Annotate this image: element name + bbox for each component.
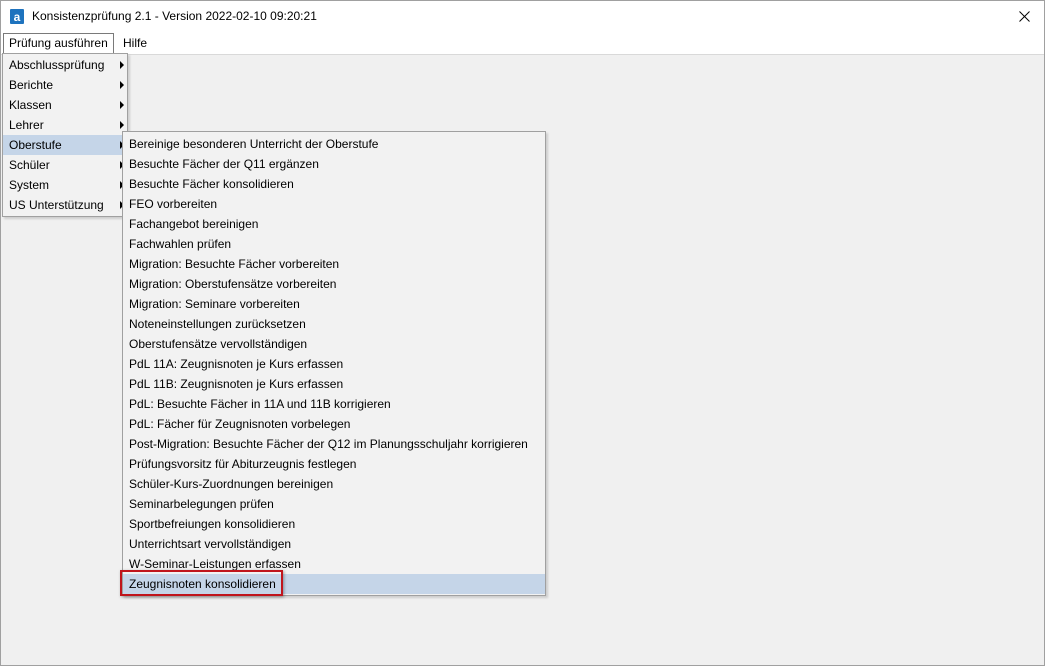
submenu-item[interactable]: Unterrichtsart vervollständigen [123,534,545,554]
menu-bar: Prüfung ausführen Hilfe [1,32,1044,53]
window-title: Konsistenzprüfung 2.1 - Version 2022-02-… [32,9,317,23]
menu-pruefung-ausfuehren[interactable]: Prüfung ausführen [3,33,114,53]
menu-item-label: Abschlussprüfung [9,58,105,72]
submenu-item[interactable]: PdL: Fächer für Zeugnisnoten vorbelegen [123,414,545,434]
submenu-item-zeugnisnoten-konsolidieren[interactable]: Zeugnisnoten konsolidieren [123,574,545,594]
submenu-item[interactable]: Noteneinstellungen zurücksetzen [123,314,545,334]
submenu-item[interactable]: Fachwahlen prüfen [123,234,545,254]
close-icon [1018,11,1030,22]
submenu-item[interactable]: Seminarbelegungen prüfen [123,494,545,514]
menu-item-abschlusspruefung[interactable]: Abschlussprüfung [3,55,127,75]
menu-item-klassen[interactable]: Klassen [3,95,127,115]
submenu-item[interactable]: PdL 11A: Zeugnisnoten je Kurs erfassen [123,354,545,374]
menu-item-label: Berichte [9,78,54,92]
submenu-item[interactable]: FEO vorbereiten [123,194,545,214]
submenu-item[interactable]: PdL 11B: Zeugnisnoten je Kurs erfassen [123,374,545,394]
submenu-item[interactable]: Besuchte Fächer konsolidieren [123,174,545,194]
menu-item-system[interactable]: System [3,175,127,195]
menu-item-label: Schüler [9,158,50,172]
menu-item-oberstufe[interactable]: Oberstufe [3,135,127,155]
submenu-item[interactable]: Fachangebot bereinigen [123,214,545,234]
submenu-item[interactable]: Post-Migration: Besuchte Fächer der Q12 … [123,434,545,454]
submenu-arrow-icon [120,101,124,109]
close-button[interactable] [1004,1,1044,32]
menu-item-label: Klassen [9,98,52,112]
svg-text:a: a [14,10,21,24]
main-dropdown-menu: Abschlussprüfung Berichte Klassen Lehrer… [2,53,128,217]
app-icon: a [10,9,24,24]
menu-item-label: US Unterstützung [9,198,104,212]
menu-item-lehrer[interactable]: Lehrer [3,115,127,135]
submenu-item[interactable]: PdL: Besuchte Fächer in 11A und 11B korr… [123,394,545,414]
menu-item-label: System [9,178,50,192]
oberstufe-submenu: Bereinige besonderen Unterricht der Ober… [122,131,546,596]
submenu-item[interactable]: Prüfungsvorsitz für Abiturzeugnis festle… [123,454,545,474]
menu-item-label: Oberstufe [9,138,62,152]
submenu-item[interactable]: Migration: Seminare vorbereiten [123,294,545,314]
title-bar: a Konsistenzprüfung 2.1 - Version 2022-0… [1,1,1044,32]
submenu-item[interactable]: Schüler-Kurs-Zuordnungen bereinigen [123,474,545,494]
menu-item-us-unterstuetzung[interactable]: US Unterstützung [3,195,127,215]
menu-hilfe[interactable]: Hilfe [118,34,152,52]
submenu-item[interactable]: Migration: Besuchte Fächer vorbereiten [123,254,545,274]
submenu-arrow-icon [120,121,124,129]
submenu-arrow-icon [120,61,124,69]
submenu-item[interactable]: Bereinige besonderen Unterricht der Ober… [123,134,545,154]
menu-item-label: Lehrer [9,118,44,132]
submenu-arrow-icon [120,81,124,89]
menu-item-schueler[interactable]: Schüler [3,155,127,175]
submenu-item[interactable]: W-Seminar-Leistungen erfassen [123,554,545,574]
menu-item-berichte[interactable]: Berichte [3,75,127,95]
submenu-item[interactable]: Besuchte Fächer der Q11 ergänzen [123,154,545,174]
submenu-item[interactable]: Migration: Oberstufensätze vorbereiten [123,274,545,294]
submenu-item[interactable]: Oberstufensätze vervollständigen [123,334,545,354]
submenu-item[interactable]: Sportbefreiungen konsolidieren [123,514,545,534]
